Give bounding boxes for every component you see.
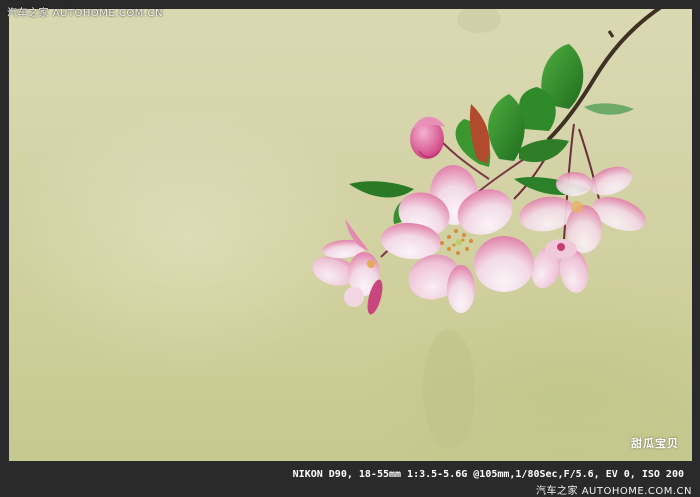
photo: 甜瓜宝贝 <box>9 9 692 461</box>
blossom-illustration <box>312 9 662 449</box>
bokeh-blob <box>457 9 501 33</box>
flower <box>519 166 646 253</box>
branch <box>607 30 615 38</box>
watermark-top: 汽车之家 AUTOHOME.COM.CN <box>7 8 163 19</box>
watermark-bottom: 汽车之家 AUTOHOME.COM.CN <box>536 486 692 497</box>
photographer-signature: 甜瓜宝贝 <box>631 437 679 450</box>
photo-frame: 甜瓜宝贝 汽车之家 AUTOHOME.COM.CN NIKON D90, 18-… <box>0 0 700 497</box>
bokeh-blob <box>423 329 475 449</box>
exif-info: NIKON D90, 18-55mm 1:3.5-5.6G @105mm,1/8… <box>292 469 684 480</box>
leaf <box>349 181 414 198</box>
flower <box>312 219 383 315</box>
leaf <box>584 103 634 115</box>
leaf <box>519 139 569 163</box>
flower-bud <box>410 116 445 159</box>
stamens <box>440 229 473 255</box>
